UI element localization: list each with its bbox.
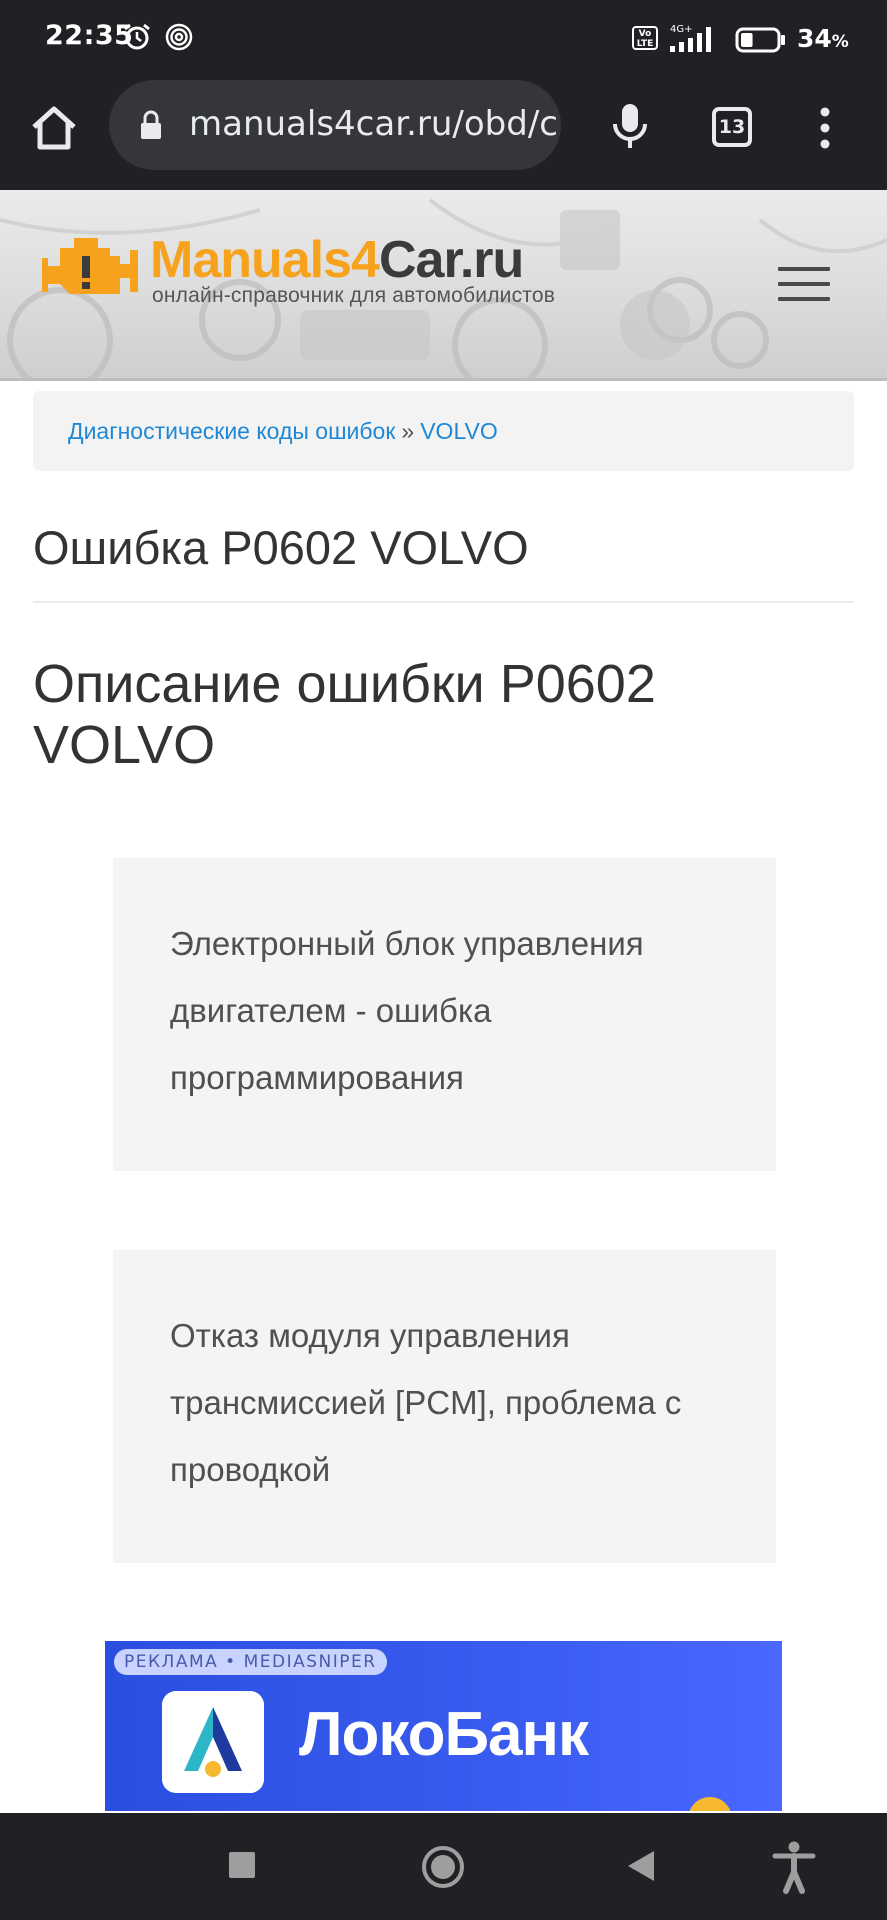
status-bar: 22:35 Vo LTE 4G+ 34%	[0, 0, 887, 78]
triangle-back-icon[interactable]	[626, 1849, 656, 1883]
browser-toolbar: manuals4car.ru/obd/c 13	[0, 78, 887, 190]
tab-switcher-button[interactable]: 13	[712, 107, 752, 147]
accessibility-icon[interactable]	[772, 1840, 816, 1894]
breadcrumb-separator: »	[401, 418, 415, 444]
address-bar[interactable]: manuals4car.ru/obd/c	[109, 80, 561, 170]
ad-brand-name: ЛокоБанк	[299, 1700, 589, 1769]
page-title: Ошибка P0602 VOLVO	[33, 521, 529, 574]
check-engine-logo-icon	[42, 238, 138, 294]
hamburger-menu-icon[interactable]	[778, 267, 830, 303]
more-vert-icon[interactable]	[810, 102, 840, 154]
description-text: Электронный блок управления двигателем -…	[170, 925, 644, 1096]
site-logo[interactable]: Manuals4Car.ru	[150, 230, 524, 290]
battery-percent: 34%	[797, 24, 849, 53]
section-heading: Описание ошибки P0602 VOLVO	[33, 654, 656, 775]
lock-icon[interactable]	[139, 110, 163, 140]
microphone-icon[interactable]	[605, 100, 655, 152]
breadcrumb-link-error-codes[interactable]: Диагностические коды ошибок	[68, 418, 395, 444]
home-icon[interactable]	[28, 102, 80, 154]
description-text: Отказ модуля управления трансмиссией [PC…	[170, 1317, 682, 1488]
description-box: Отказ модуля управления трансмиссией [PC…	[113, 1250, 776, 1563]
battery-icon	[735, 27, 785, 53]
network-type: 4G+	[670, 24, 693, 35]
fingerprint-icon	[165, 23, 193, 51]
breadcrumb-link-volvo[interactable]: VOLVO	[420, 418, 498, 444]
alarm-icon	[124, 23, 150, 50]
breadcrumb: Диагностические коды ошибок» VOLVO	[33, 391, 854, 471]
signal-icon: 4G+	[670, 24, 711, 52]
site-header: Manuals4Car.ru онлайн-справочник для авт…	[0, 190, 887, 381]
url-text[interactable]: manuals4car.ru/obd/c	[189, 104, 558, 144]
system-navigation-bar	[0, 1813, 887, 1920]
coin-decoration-icon	[689, 1797, 731, 1811]
status-time: 22:35	[45, 20, 134, 51]
square-recents-icon[interactable]	[228, 1851, 256, 1879]
volte-icon: Vo LTE	[632, 26, 658, 50]
lokobank-logo-icon	[162, 1691, 264, 1793]
site-tagline: онлайн-справочник для автомобилистов	[152, 284, 556, 307]
ad-label: РЕКЛАМА • MEDIASNIPER	[114, 1649, 387, 1675]
description-box: Электронный блок управления двигателем -…	[113, 858, 776, 1171]
circle-home-icon[interactable]	[420, 1844, 466, 1890]
advertisement-banner[interactable]: РЕКЛАМА • MEDIASNIPER ЛокоБанк	[105, 1641, 782, 1811]
title-divider	[33, 601, 854, 603]
